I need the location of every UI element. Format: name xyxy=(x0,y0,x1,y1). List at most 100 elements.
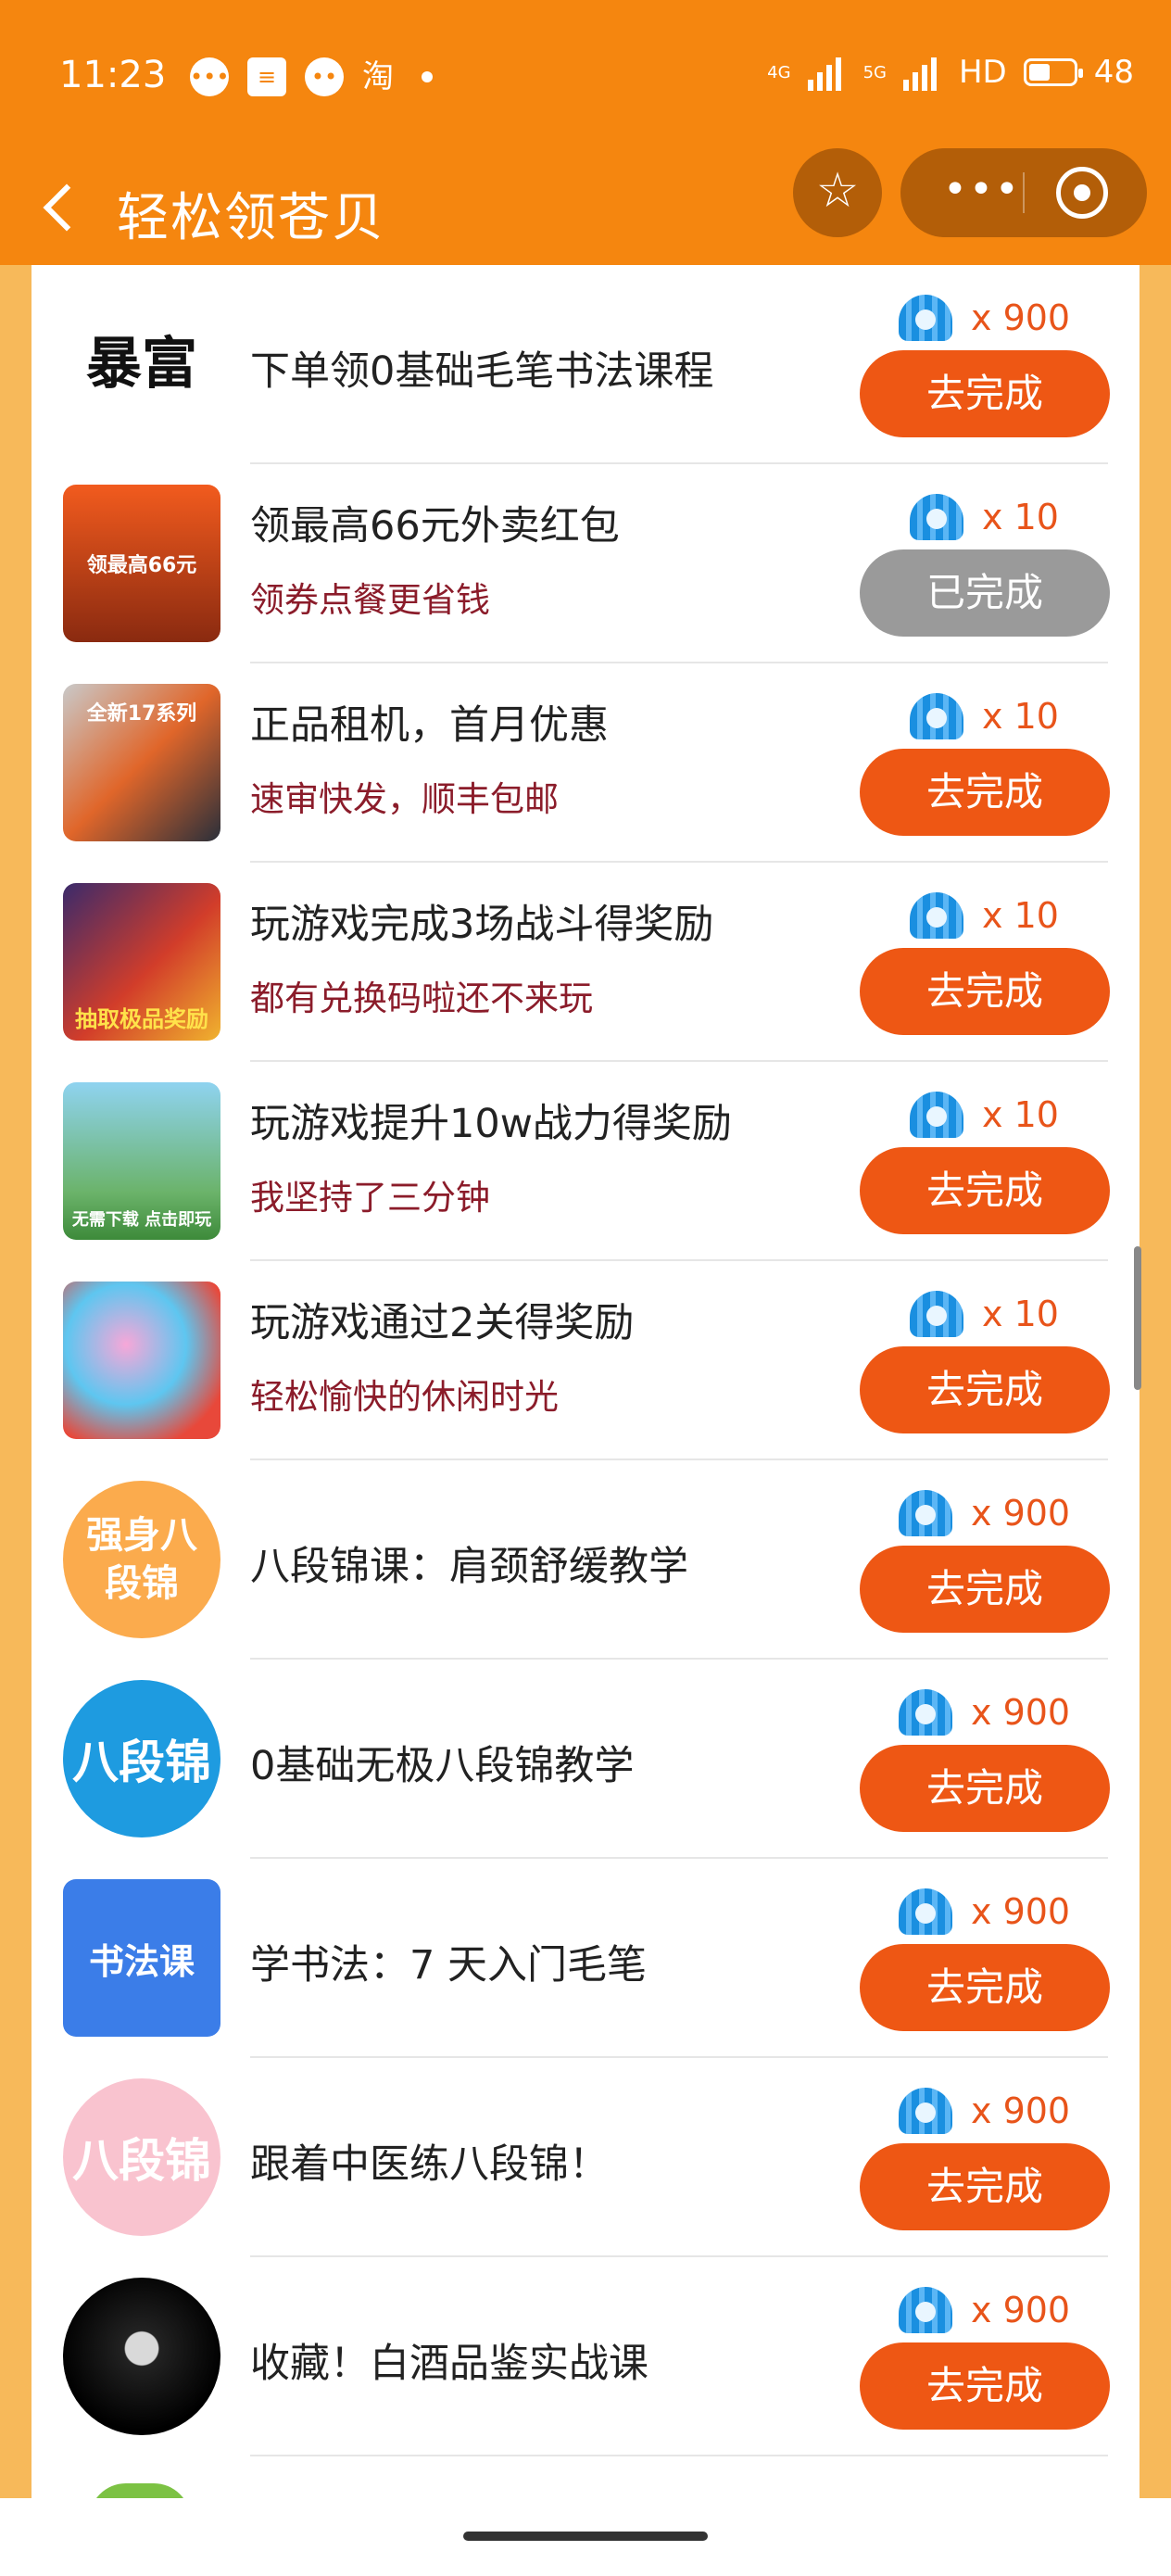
task-row: 全新17系列 正品租机，首月优惠 速审快发，顺丰包邮 x 10 去完成 xyxy=(31,663,1140,863)
reward-amount: x 900 xyxy=(971,1493,1071,1534)
task-thumb xyxy=(63,2278,220,2435)
task-row: 领最高66元 领最高66元外卖红包 领券点餐更省钱 x 10 已完成 xyxy=(31,464,1140,663)
battery-level: 48 xyxy=(1093,54,1134,91)
row-divider xyxy=(250,2455,1108,2456)
reward-amount: x 10 xyxy=(982,895,1059,936)
task-reward: x 10 xyxy=(910,693,1059,739)
reward-amount: x 900 xyxy=(971,1692,1071,1733)
list-icon: ≡ xyxy=(247,57,286,96)
task-action-button[interactable]: 已完成 xyxy=(860,549,1110,637)
shell-icon xyxy=(899,295,952,341)
task-subtitle: 轻松愉快的休闲时光 xyxy=(250,1377,559,1417)
menu-capsule: ••• xyxy=(900,148,1147,237)
reward-amount: x 900 xyxy=(971,297,1071,338)
network-5g-label: 5G xyxy=(863,62,887,82)
task-row: 抽取极品奖励 玩游戏完成3场战斗得奖励 都有兑换码啦还不来玩 x 10 去完成 xyxy=(31,863,1140,1062)
task-action-button[interactable]: 去完成 xyxy=(860,350,1110,437)
next-row-thumb-peek xyxy=(89,2483,191,2498)
task-thumb: 暴富 xyxy=(63,285,220,443)
task-row: 书法课 学书法：7 天入门毛笔 x 900 去完成 xyxy=(31,1859,1140,2058)
more-button[interactable]: ••• xyxy=(943,167,1021,213)
shell-icon xyxy=(910,1092,963,1138)
task-action-button[interactable]: 去完成 xyxy=(860,948,1110,1035)
task-subtitle: 领券点餐更省钱 xyxy=(250,580,490,620)
task-thumb: 全新17系列 xyxy=(63,684,220,841)
hd-label: HD xyxy=(958,54,1007,91)
task-thumb: 领最高66元 xyxy=(63,485,220,642)
task-row: 无需下载 点击即玩 玩游戏提升10w战力得奖励 我坚持了三分钟 x 10 去完成 xyxy=(31,1062,1140,1261)
task-thumb: 无需下载 点击即玩 xyxy=(63,1082,220,1240)
top-bar: 11:23 ••• ≡ •• 淘 4G 5G HD 48 轻松领苍贝 ☆ ••• xyxy=(0,0,1171,265)
shell-icon xyxy=(910,892,963,939)
shell-icon xyxy=(899,2287,952,2333)
task-row: 收藏！白酒品鉴实战课 x 900 去完成 xyxy=(31,2257,1140,2456)
task-reward: x 10 xyxy=(910,892,1059,939)
reward-amount: x 10 xyxy=(982,1294,1059,1334)
task-thumb: 抽取极品奖励 xyxy=(63,883,220,1041)
task-reward: x 10 xyxy=(910,1092,1059,1138)
task-reward: x 900 xyxy=(899,2287,1070,2333)
reward-amount: x 900 xyxy=(971,2090,1071,2131)
shell-icon xyxy=(899,1888,952,1935)
reward-amount: x 900 xyxy=(971,1891,1071,1932)
task-row: 暴富 下单领0基础毛笔书法课程 x 900 去完成 xyxy=(31,265,1140,464)
task-reward: x 10 xyxy=(910,494,1059,540)
task-reward: x 10 xyxy=(910,1291,1059,1337)
task-action-button[interactable]: 去完成 xyxy=(860,1944,1110,2031)
task-reward: x 900 xyxy=(899,1490,1070,1536)
task-reward: x 900 xyxy=(899,1888,1070,1935)
task-action-button[interactable]: 去完成 xyxy=(860,1147,1110,1234)
task-action-button[interactable]: 去完成 xyxy=(860,1546,1110,1633)
right-margin xyxy=(1140,265,1171,2498)
page-title: 轻松领苍贝 xyxy=(117,188,385,248)
network-4g-label: 4G xyxy=(767,62,791,82)
taobao-icon: 淘 xyxy=(362,58,394,95)
task-reward: x 900 xyxy=(899,1689,1070,1736)
back-button[interactable] xyxy=(33,169,89,243)
task-title: 0基础无极八段锦教学 xyxy=(250,1743,635,1789)
home-indicator[interactable] xyxy=(463,2532,708,2541)
favorite-button[interactable]: ☆ xyxy=(793,148,882,237)
task-row: 玩游戏通过2关得奖励 轻松愉快的休闲时光 x 10 去完成 xyxy=(31,1261,1140,1460)
task-action-button[interactable]: 去完成 xyxy=(860,2143,1110,2230)
task-title: 正品租机，首月优惠 xyxy=(250,702,609,749)
star-icon: ☆ xyxy=(815,163,860,219)
task-title: 八段锦课：肩颈舒缓教学 xyxy=(250,1544,688,1590)
task-row: 强身八段锦 八段锦课：肩颈舒缓教学 x 900 去完成 xyxy=(31,1460,1140,1660)
home-indicator-bar xyxy=(0,2498,1171,2576)
task-action-button[interactable]: 去完成 xyxy=(860,1745,1110,1832)
signal-icon-2 xyxy=(902,54,942,91)
task-thumb: 书法课 xyxy=(63,1879,220,2037)
signal-icon xyxy=(807,54,847,91)
reward-amount: x 10 xyxy=(982,1094,1059,1135)
chat-icon: •• xyxy=(305,57,344,96)
shell-icon xyxy=(899,2088,952,2134)
reward-amount: x 900 xyxy=(971,2290,1071,2330)
task-title: 领最高66元外卖红包 xyxy=(250,503,620,549)
task-title: 下单领0基础毛笔书法课程 xyxy=(250,348,714,395)
task-action-button[interactable]: 去完成 xyxy=(860,749,1110,836)
close-target-icon[interactable] xyxy=(1056,167,1108,219)
task-thumb: 八段锦 xyxy=(63,2078,220,2236)
task-action-button[interactable]: 去完成 xyxy=(860,1346,1110,1433)
task-action-button[interactable]: 去完成 xyxy=(860,2342,1110,2430)
shell-icon xyxy=(899,1490,952,1536)
task-list: 暴富 下单领0基础毛笔书法课程 x 900 去完成 领最高66元 领最高66元外… xyxy=(31,265,1140,2498)
task-thumb xyxy=(63,1282,220,1439)
task-thumb: 强身八段锦 xyxy=(63,1481,220,1638)
task-subtitle: 速审快发，顺丰包邮 xyxy=(250,779,559,819)
shell-icon xyxy=(899,1689,952,1736)
reward-amount: x 10 xyxy=(982,696,1059,737)
task-subtitle: 我坚持了三分钟 xyxy=(250,1178,490,1218)
task-reward: x 900 xyxy=(899,295,1070,341)
notification-dot-icon xyxy=(422,71,433,82)
shell-icon xyxy=(910,494,963,540)
message-icon: ••• xyxy=(190,57,229,96)
task-title: 玩游戏完成3场战斗得奖励 xyxy=(250,902,714,948)
task-title: 玩游戏通过2关得奖励 xyxy=(250,1300,635,1346)
task-subtitle: 都有兑换码啦还不来玩 xyxy=(250,979,593,1018)
task-row: 八段锦 0基础无极八段锦教学 x 900 去完成 xyxy=(31,1660,1140,1859)
capsule-divider xyxy=(1023,172,1025,213)
battery-icon xyxy=(1023,58,1083,86)
scrollbar[interactable] xyxy=(1134,1246,1141,1390)
